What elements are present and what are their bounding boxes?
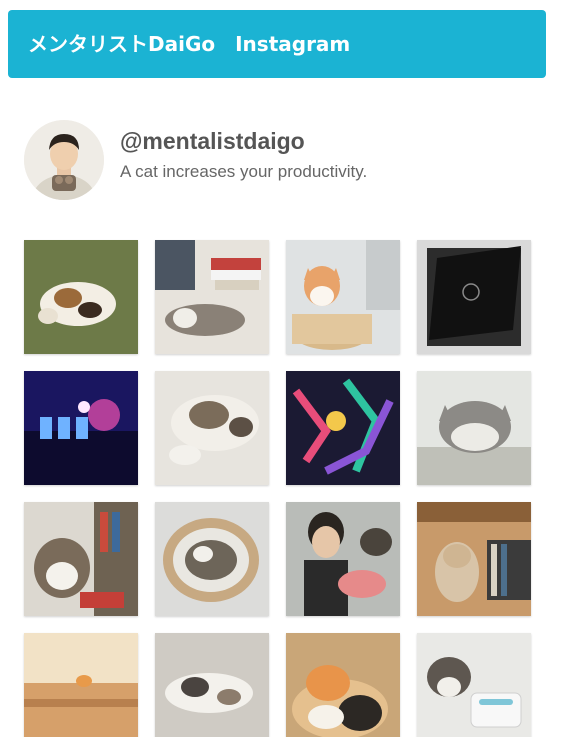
profile-photo-icon[interactable] [24, 120, 104, 200]
profile-handle-link[interactable]: @mentalistdaigo [120, 128, 305, 155]
photo-tile[interactable] [286, 240, 400, 354]
widget-title-bar[interactable]: メンタリストDaiGo Instagram [8, 10, 546, 78]
photo-tile[interactable] [286, 502, 400, 616]
profile-bio: A cat increases your productivity. [120, 162, 368, 181]
photo-tile[interactable] [24, 502, 138, 616]
photo-tile[interactable] [24, 633, 138, 737]
photo-tile[interactable] [24, 371, 138, 485]
photo-tile[interactable] [417, 502, 531, 616]
photo-tile[interactable] [24, 240, 138, 354]
photo-tile[interactable] [155, 240, 269, 354]
widget-title[interactable]: メンタリストDaiGo Instagram [28, 32, 350, 56]
photo-tile[interactable] [155, 502, 269, 616]
photo-tile[interactable] [417, 371, 531, 485]
photo-tile[interactable] [286, 371, 400, 485]
instagram-panel: @mentalistdaigo A cat increases your pro… [8, 86, 546, 737]
photo-tile[interactable] [417, 633, 531, 737]
photo-tile[interactable] [155, 633, 269, 737]
photo-tile[interactable] [155, 371, 269, 485]
photo-tile[interactable] [286, 633, 400, 737]
photo-tile[interactable] [417, 240, 531, 354]
instagram-widget: メンタリストDaiGo Instagram @mentalistdaigo A … [0, 0, 562, 737]
